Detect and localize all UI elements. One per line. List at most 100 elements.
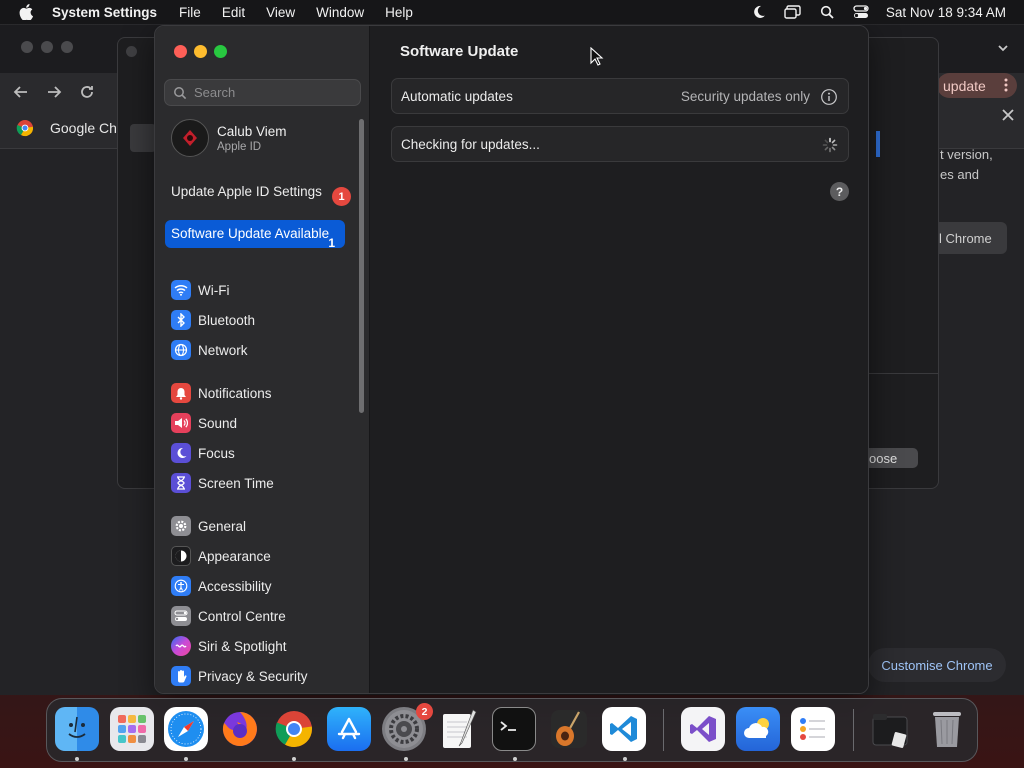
chrome-zoom-dot[interactable] <box>61 41 73 53</box>
dock-app-downloads[interactable] <box>869 707 913 751</box>
dock-app-terminal[interactable] <box>492 707 536 751</box>
running-indicator <box>404 757 408 761</box>
sidebar-item-privacy-security[interactable]: Privacy & Security <box>171 664 308 688</box>
dock-app-launchpad[interactable] <box>110 707 154 751</box>
choose-button[interactable]: oose <box>863 448 918 468</box>
visual-studio-icon <box>690 716 716 742</box>
sidebar-item-network[interactable]: Network <box>171 338 248 362</box>
apple-id-account[interactable]: Calub Viem Apple ID <box>171 119 287 157</box>
chrome-panel-text-2: es and <box>940 167 980 182</box>
system-settings-window: Calub Viem Apple ID Update Apple ID Sett… <box>154 25 869 694</box>
reload-icon[interactable] <box>78 83 96 101</box>
close-icon[interactable] <box>1000 107 1016 123</box>
help-button[interactable]: ? <box>830 182 849 201</box>
folder-stack-icon <box>872 714 908 748</box>
menu-bar-clock[interactable]: Sat Nov 18 9:34 AM <box>886 5 1006 20</box>
sidebar-item-update-apple-id[interactable]: Update Apple ID Settings 1 <box>165 178 351 206</box>
sidebar-item-bluetooth[interactable]: Bluetooth <box>171 308 255 332</box>
dock-app-visual-studio[interactable] <box>681 707 725 751</box>
chrome-update-button[interactable]: update <box>937 73 1017 98</box>
search-input[interactable] <box>194 85 354 100</box>
wifi-icon <box>171 280 191 300</box>
avatar <box>171 119 209 157</box>
back-arrow-icon[interactable] <box>12 83 30 101</box>
menu-app-name[interactable]: System Settings <box>52 5 157 20</box>
sidebar-item-software-update-available[interactable]: Software Update Available 1 <box>165 220 345 250</box>
avatar-icon <box>183 130 197 146</box>
menu-edit[interactable]: Edit <box>222 5 245 20</box>
customise-chrome-button[interactable]: Customise Chrome <box>868 648 1006 682</box>
dock-app-textedit[interactable] <box>437 707 481 751</box>
dock-app-firefox[interactable] <box>218 707 262 751</box>
dock-app-safari[interactable] <box>164 707 208 751</box>
sidebar-item-appearance[interactable]: Appearance <box>171 544 271 568</box>
sidebar-item-label: Siri & Spotlight <box>198 638 287 654</box>
dock-app-google-chrome[interactable] <box>272 707 316 751</box>
sidebar-item-wifi[interactable]: Wi-Fi <box>171 278 229 302</box>
guitar-icon <box>551 710 587 748</box>
screen-mirroring-icon[interactable] <box>784 3 802 21</box>
dock-app-finder[interactable] <box>55 707 99 751</box>
window-close-button[interactable] <box>174 45 187 58</box>
sidebar-item-siri-spotlight[interactable]: Siri & Spotlight <box>171 634 287 658</box>
dock-app-visual-studio-code[interactable] <box>602 707 646 751</box>
chevron-down-icon[interactable] <box>996 41 1010 55</box>
launchpad-icon <box>118 715 146 743</box>
sidebar-item-general[interactable]: General <box>171 514 246 538</box>
moon-icon[interactable] <box>750 3 768 21</box>
menu-view[interactable]: View <box>266 5 295 20</box>
sidebar-item-sound[interactable]: Sound <box>171 411 237 435</box>
safari-compass-icon <box>168 711 204 747</box>
search-field[interactable] <box>164 79 361 106</box>
sidebar-item-control-centre[interactable]: Control Centre <box>171 604 286 628</box>
chrome-minimize-dot[interactable] <box>41 41 53 53</box>
automatic-updates-label: Automatic updates <box>401 88 513 104</box>
automatic-updates-row[interactable]: Automatic updates Security updates only <box>391 78 849 114</box>
sidebar-item-accessibility[interactable]: Accessibility <box>171 574 272 598</box>
sidebar-item-label: Network <box>198 342 248 358</box>
more-vertical-icon[interactable] <box>1003 77 1009 93</box>
sidebar-item-notifications[interactable]: Notifications <box>171 381 272 405</box>
menu-file[interactable]: File <box>179 5 201 20</box>
control-centre-icon[interactable] <box>852 3 870 21</box>
automatic-updates-value: Security updates only <box>680 89 810 104</box>
dialog-close-dot[interactable] <box>126 46 137 57</box>
dock-app-app-store[interactable] <box>327 707 371 751</box>
sidebar-item-label: Notifications <box>198 385 272 401</box>
bookmark-google-chrome[interactable]: Google Ch <box>16 119 117 137</box>
reinstall-chrome-button[interactable]: l Chrome <box>927 222 1007 254</box>
dock-app-reminders[interactable] <box>791 707 835 751</box>
checking-label: Checking for updates... <box>401 136 540 152</box>
sidebar-item-label: Screen Time <box>198 475 274 491</box>
sidebar-scrollbar[interactable] <box>359 119 364 413</box>
forward-arrow-icon[interactable] <box>45 83 63 101</box>
search-icon <box>174 86 187 99</box>
update-pill-label: update <box>943 77 986 94</box>
speaker-icon <box>171 413 191 433</box>
sidebar-item-label: Wi-Fi <box>198 282 230 298</box>
info-icon[interactable] <box>820 88 838 106</box>
bell-icon <box>171 383 191 403</box>
dock-app-garageband[interactable] <box>547 707 591 751</box>
window-minimize-button[interactable] <box>194 45 207 58</box>
sidebar-item-screen-time[interactable]: Screen Time <box>171 471 274 495</box>
spotlight-search-icon[interactable] <box>818 3 836 21</box>
dock-app-trash[interactable] <box>925 707 969 751</box>
menu-help[interactable]: Help <box>385 5 413 20</box>
menu-bar-status: Sat Nov 18 9:34 AM <box>734 0 1006 24</box>
sidebar-item-focus[interactable]: Focus <box>171 441 235 465</box>
notice-label: Update Apple ID Settings <box>171 184 322 199</box>
chrome-logo-icon <box>275 711 312 747</box>
notice-label: Software Update Available <box>171 226 330 241</box>
apple-menu-icon[interactable] <box>16 2 36 22</box>
dock-app-weather[interactable] <box>736 707 780 751</box>
app-store-icon <box>337 717 361 740</box>
window-zoom-button[interactable] <box>214 45 227 58</box>
menu-window[interactable]: Window <box>316 5 364 20</box>
chrome-close-dot[interactable] <box>21 41 33 53</box>
menu-bar: System Settings File Edit View Window He… <box>0 0 1024 24</box>
account-name: Calub Viem <box>217 123 287 139</box>
control-centre-icon <box>171 606 191 626</box>
running-indicator <box>184 757 188 761</box>
divider <box>868 373 938 374</box>
